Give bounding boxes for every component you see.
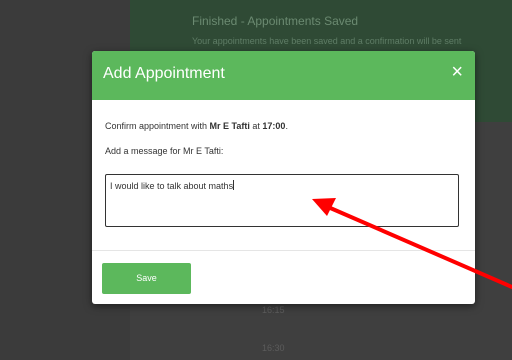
message-input[interactable]: I would like to talk about maths <box>105 174 459 227</box>
background-banner-title: Finished - Appointments Saved <box>192 14 359 28</box>
confirm-suffix: . <box>285 121 288 131</box>
message-label: Add a message for Mr E Tafti: <box>105 146 224 156</box>
modal-divider <box>92 250 475 251</box>
add-appointment-modal: Add Appointment × Confirm appointment wi… <box>92 51 475 304</box>
close-icon[interactable]: × <box>451 62 463 82</box>
text-cursor <box>233 180 235 190</box>
background-banner-subtitle: Your appointments have been saved and a … <box>192 36 462 46</box>
message-text: I would like to talk about maths <box>110 181 234 191</box>
confirm-prefix: Confirm appointment with <box>105 121 210 131</box>
teacher-name: Mr E Tafti <box>209 121 250 131</box>
background-time-slot: 16:15 <box>262 305 285 315</box>
modal-header: Add Appointment × <box>92 51 475 100</box>
confirm-mid: at <box>249 121 263 131</box>
background-time-slot: 16:30 <box>262 343 285 353</box>
appointment-time: 17:00 <box>262 121 286 131</box>
confirm-text: Confirm appointment with Mr E Tafti at 1… <box>105 121 288 131</box>
save-button[interactable]: Save <box>102 263 191 294</box>
modal-title: Add Appointment <box>103 65 225 82</box>
